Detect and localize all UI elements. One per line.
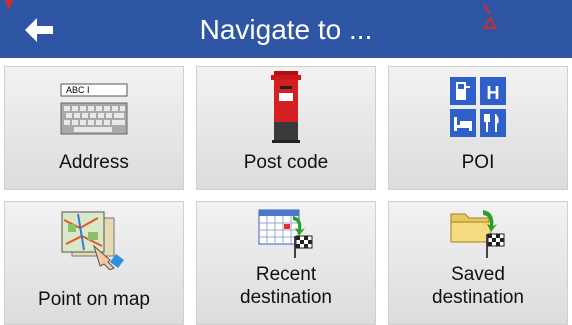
saved-destination-button[interactable]: Saved destination xyxy=(388,201,568,325)
header-bar: Navigate to ... xyxy=(0,0,572,58)
destination-options-grid: ABC I Address Post code H POI Point on m… xyxy=(4,66,568,325)
poi-services-icon: H xyxy=(450,77,506,137)
saved-destination-label: Saved destination xyxy=(432,264,524,308)
red-marker-icon xyxy=(5,0,13,10)
calendar-flag-icon xyxy=(258,209,313,258)
map-pointer-icon xyxy=(61,211,124,270)
back-button[interactable] xyxy=(14,10,64,50)
poi-button[interactable]: H POI xyxy=(388,66,568,190)
warning-triangle-icon xyxy=(483,4,497,29)
keyboard-icon-text: ABC I xyxy=(66,85,90,95)
poi-label: POI xyxy=(461,152,495,173)
point-on-map-label: Point on map xyxy=(38,289,150,310)
postbox-icon xyxy=(271,71,301,143)
post-code-button[interactable]: Post code xyxy=(196,66,376,190)
folder-flag-icon xyxy=(450,210,505,258)
point-on-map-button[interactable]: Point on map xyxy=(4,201,184,325)
recent-destination-label: Recent destination xyxy=(240,264,332,308)
recent-destination-button[interactable]: Recent destination xyxy=(196,201,376,325)
back-arrow-icon xyxy=(25,18,53,42)
keyboard-icon: ABC I xyxy=(60,83,128,135)
address-label: Address xyxy=(59,152,129,173)
post-code-label: Post code xyxy=(243,152,329,173)
address-button[interactable]: ABC I Address xyxy=(4,66,184,190)
poi-hotel-letter: H xyxy=(487,83,500,103)
